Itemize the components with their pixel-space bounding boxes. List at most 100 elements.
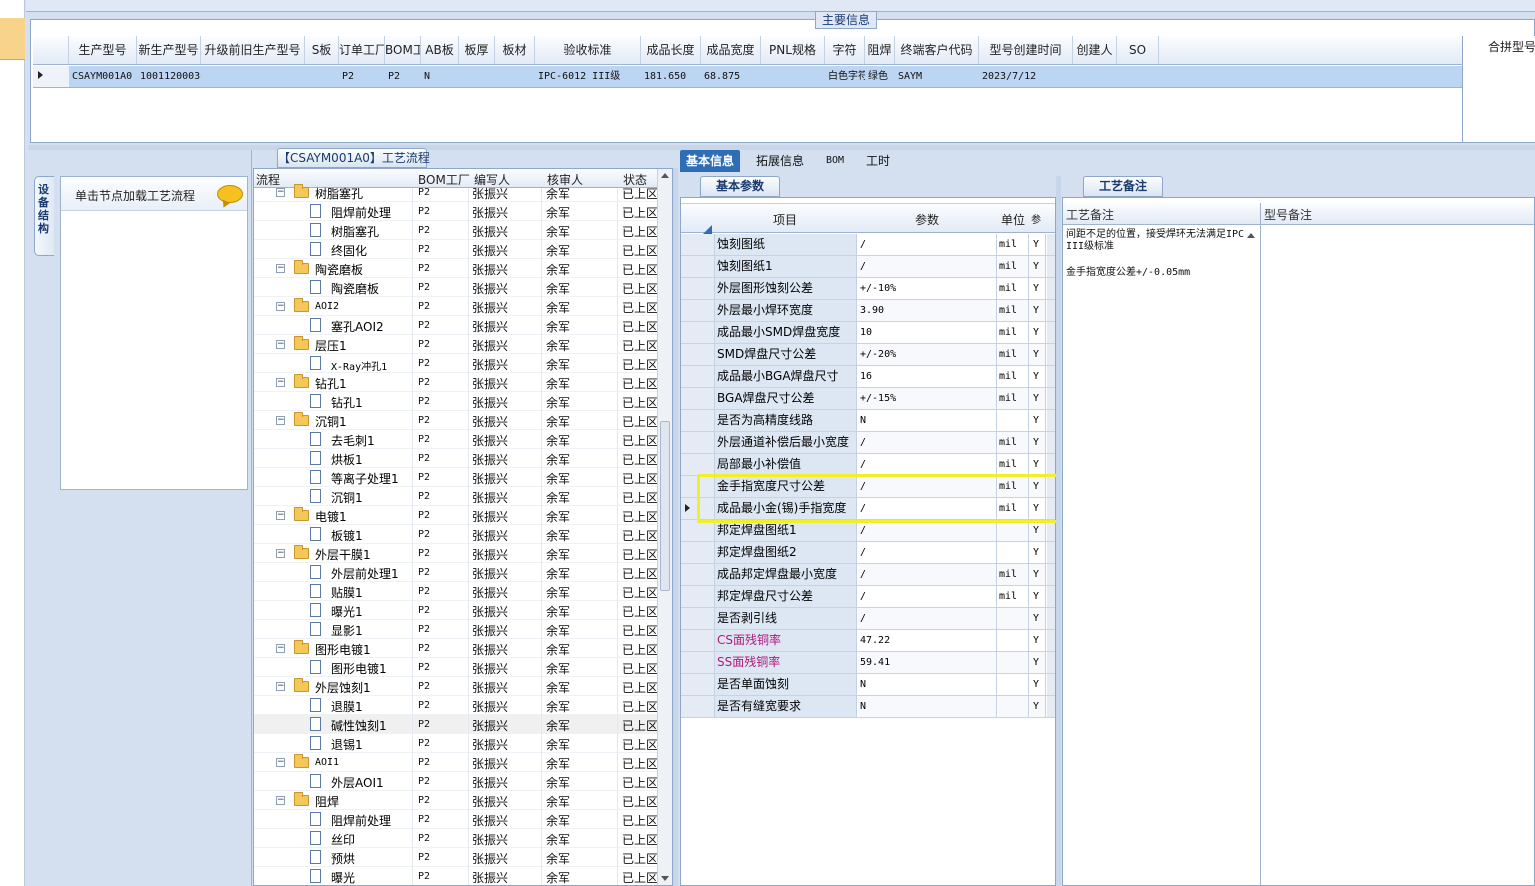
scroll-down-icon[interactable]: [661, 876, 669, 881]
param-row[interactable]: 是否为高精度线路 N Y: [681, 410, 1055, 432]
param-row[interactable]: 邦定焊盘图纸2/ Y: [681, 542, 1055, 564]
param-value[interactable]: /: [858, 608, 997, 629]
param-value[interactable]: +/-20%: [858, 344, 997, 365]
main-col-9[interactable]: 验收标准: [535, 36, 641, 64]
param-row[interactable]: 局部最小补偿值 / mil Y: [681, 454, 1055, 476]
param-row[interactable]: 蚀刻图纸 / mil Y: [681, 234, 1055, 256]
param-value[interactable]: 47.22: [858, 630, 997, 651]
param-value[interactable]: /: [858, 564, 997, 585]
param-row[interactable]: 外层最小焊环宽度 3.90 mil Y: [681, 300, 1055, 322]
param-value[interactable]: +/-10%: [858, 278, 997, 299]
tree-row[interactable]: 图形电镀1 P2 张振兴 余军 已上区: [254, 658, 658, 677]
process-tree-scrollbar[interactable]: [657, 169, 672, 885]
param-value[interactable]: 16: [858, 366, 997, 387]
main-col-16[interactable]: 型号创建时间: [979, 36, 1073, 64]
param-row[interactable]: 成品邦定焊盘最小宽度 / mil Y: [681, 564, 1055, 586]
tree-row[interactable]: 烘板1 P2 张振兴 余军 已上区: [254, 449, 658, 468]
tree-row[interactable]: 退锡1 P2 张振兴 余军 已上区: [254, 734, 658, 753]
collapse-icon[interactable]: −: [276, 378, 285, 387]
tree-row[interactable]: 外层前处理1 P2 张振兴 余军 已上区: [254, 563, 658, 582]
tree-row[interactable]: 贴膜1 P2 张振兴 余军 已上区: [254, 582, 658, 601]
main-grid-row[interactable]: CSAYM001A0 10011200030746 P2 P2 N IPC-6012 II…: [33, 66, 1463, 88]
param-row[interactable]: 成品最小BGA焊盘尺寸 16 mil Y: [681, 366, 1055, 388]
tree-row[interactable]: X-Ray冲孔1 P2 张振兴 余军 已上区: [254, 354, 658, 373]
main-col-3[interactable]: S板: [305, 36, 339, 64]
tree-row[interactable]: − 阻焊 P2 张振兴 余军 已上区: [254, 791, 658, 810]
collapse-icon[interactable]: −: [276, 796, 285, 805]
tree-row[interactable]: 曝光 P2 张振兴 余军 已上区: [254, 867, 658, 885]
param-row[interactable]: 是否有缝宽要求 N Y: [681, 696, 1055, 718]
vertical-splitter-right[interactable]: [1056, 176, 1061, 886]
param-row[interactable]: 是否剥引线 / Y: [681, 608, 1055, 630]
param-row[interactable]: SMD焊盘尺寸公差 +/-20% mil Y: [681, 344, 1055, 366]
tab-bom[interactable]: BOM: [820, 150, 850, 172]
main-col-13[interactable]: 字符: [825, 36, 865, 64]
param-row[interactable]: 邦定焊盘图纸1/ Y: [681, 520, 1055, 542]
main-col-1[interactable]: 新生产型号: [137, 36, 201, 64]
tree-row[interactable]: 等离子处理1 P2 张振兴 余军 已上区: [254, 468, 658, 487]
param-row[interactable]: 外层图形蚀刻公差 +/-10% mil Y: [681, 278, 1055, 300]
collapse-icon[interactable]: −: [276, 511, 285, 520]
param-row[interactable]: CS面残铜率 47.22 Y: [681, 630, 1055, 652]
tree-row[interactable]: − AOI1 P2 张振兴 余军 已上区: [254, 753, 658, 772]
param-value[interactable]: /: [858, 520, 997, 541]
main-col-0[interactable]: 生产型号: [69, 36, 137, 64]
collapse-icon[interactable]: −: [276, 302, 285, 311]
main-col-15[interactable]: 终端客户代码: [895, 36, 979, 64]
tree-row[interactable]: − 钻孔1 P2 张振兴 余军 已上区: [254, 373, 658, 392]
notes-scroll-up-icon[interactable]: [1247, 233, 1255, 238]
tree-row[interactable]: 钻孔1 P2 张振兴 余军 已上区: [254, 392, 658, 411]
scroll-up-icon[interactable]: [661, 173, 669, 178]
main-col-11[interactable]: 成品宽度: [701, 36, 761, 64]
param-value[interactable]: 3.90: [858, 300, 997, 321]
param-row[interactable]: BGA焊盘尺寸公差 +/-15% mil Y: [681, 388, 1055, 410]
params-col-0[interactable]: 项目: [773, 211, 797, 228]
param-row[interactable]: 蚀刻图纸1/mil Y: [681, 256, 1055, 278]
main-col-2[interactable]: 升级前旧生产型号: [201, 36, 305, 64]
params-col-2[interactable]: 单位: [1001, 211, 1025, 228]
main-col-14[interactable]: 阻焊: [865, 36, 895, 64]
param-value[interactable]: N: [858, 674, 997, 695]
collapse-icon[interactable]: −: [276, 188, 285, 197]
tree-row[interactable]: 退膜1 P2 张振兴 余军 已上区: [254, 696, 658, 715]
main-col-8[interactable]: 板材: [495, 36, 535, 64]
tree-row[interactable]: − 沉铜1 P2 张振兴 余军 已上区: [254, 411, 658, 430]
tree-row[interactable]: 曝光1 P2 张振兴 余军 已上区: [254, 601, 658, 620]
param-value[interactable]: /: [858, 454, 997, 475]
collapse-icon[interactable]: −: [276, 416, 285, 425]
tree-row[interactable]: 陶瓷磨板 P2 张振兴 余军 已上区: [254, 278, 658, 297]
main-col-10[interactable]: 成品长度: [641, 36, 701, 64]
main-col-7[interactable]: 板厚: [459, 36, 495, 64]
tree-row[interactable]: 去毛刺1 P2 张振兴 余军 已上区: [254, 430, 658, 449]
tree-row[interactable]: 预烘 P2 张振兴 余军 已上区: [254, 848, 658, 867]
tree-row[interactable]: 终固化 P2 张振兴 余军 已上区: [254, 240, 658, 259]
tab-extended-info[interactable]: 拓展信息: [750, 150, 810, 172]
tree-row[interactable]: − AOI2 P2 张振兴 余军 已上区: [254, 297, 658, 316]
tree-row[interactable]: 外层AOI1 P2 张振兴 余军 已上区: [254, 772, 658, 791]
param-row[interactable]: 外层通道补偿后最小宽度 / mil Y: [681, 432, 1055, 454]
params-col-3[interactable]: 参: [1031, 211, 1041, 226]
param-value[interactable]: N: [858, 696, 997, 717]
main-col-12[interactable]: PNL规格: [761, 36, 825, 64]
tree-row[interactable]: 塞孔AOI2 P2 张振兴 余军 已上区: [254, 316, 658, 335]
param-row[interactable]: 邦定焊盘尺寸公差 / mil Y: [681, 586, 1055, 608]
param-value[interactable]: /: [858, 542, 997, 563]
scroll-thumb[interactable]: [660, 421, 670, 591]
tree-row[interactable]: − 外层蚀刻1 P2 张振兴 余军 已上区: [254, 677, 658, 696]
main-col-17[interactable]: 创建人: [1073, 36, 1117, 64]
collapse-icon[interactable]: −: [276, 549, 285, 558]
tree-row[interactable]: 丝印 P2 张振兴 余军 已上区: [254, 829, 658, 848]
param-value[interactable]: +/-15%: [858, 388, 997, 409]
collapse-icon[interactable]: −: [276, 758, 285, 767]
param-value[interactable]: 59.41: [858, 652, 997, 673]
collapse-icon[interactable]: −: [276, 264, 285, 273]
tree-row[interactable]: − 层压1 P2 张振兴 余军 已上区: [254, 335, 658, 354]
tree-row[interactable]: − 外层干膜1 P2 张振兴 余军 已上区: [254, 544, 658, 563]
main-col-5[interactable]: BOM工厂: [385, 36, 421, 64]
tree-row[interactable]: 显影1 P2 张振兴 余军 已上区: [254, 620, 658, 639]
tree-row[interactable]: − 陶瓷磨板 P2 张振兴 余军 已上区: [254, 259, 658, 278]
process-notes-text[interactable]: 间距不足的位置，接受焊环无法满足IPC III级标准 金手指宽度公差+/-0.0…: [1066, 229, 1251, 293]
collapse-icon[interactable]: −: [276, 682, 285, 691]
param-value[interactable]: /: [858, 234, 997, 255]
tab-equipment-structure[interactable]: 设备结构: [34, 176, 54, 256]
